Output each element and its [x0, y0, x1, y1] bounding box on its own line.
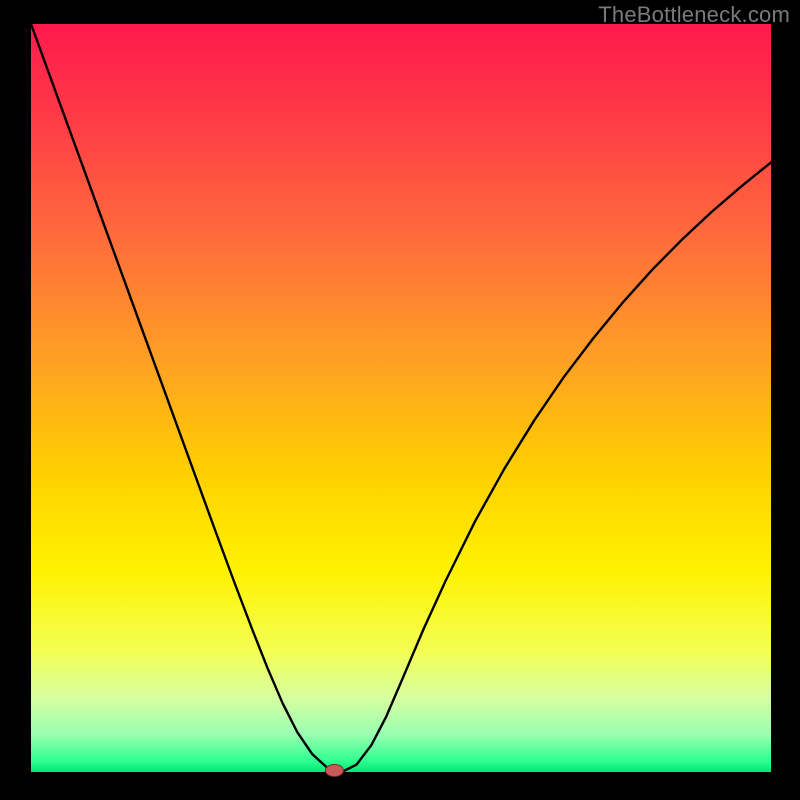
optimal-point-marker [325, 765, 343, 777]
watermark-text: TheBottleneck.com [598, 2, 790, 28]
bottleneck-curve-plot [0, 0, 800, 800]
chart-container: TheBottleneck.com [0, 0, 800, 800]
plot-background [31, 24, 771, 772]
